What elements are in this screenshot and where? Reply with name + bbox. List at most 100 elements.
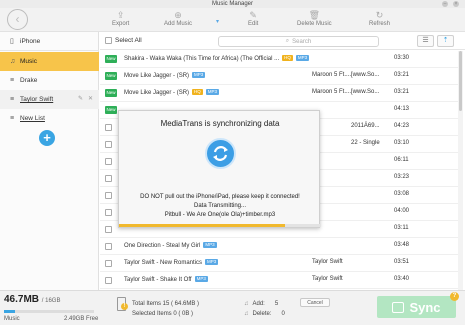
export-icon: ⇪ [116,10,125,20]
song-title: Shakira - Waka Waka (This Time for Afric… [124,55,310,62]
sidebar-item-label: New List [20,115,45,122]
sync-status-text: Data Transmitting... [193,203,247,209]
total-items: Total Items 15 ( 64.6MB ) [132,301,200,307]
song-artist: Maroon 5 Ft.... [312,89,352,95]
song-duration: 03:23 [394,174,410,180]
cancel-button[interactable]: Cancel [300,298,330,307]
song-duration: 03:48 [394,242,410,248]
row-checkbox[interactable] [105,158,112,165]
sidebar-item-taylor-swift[interactable]: ≡ Taylor Swift ✎ ✕ [0,90,99,109]
vertical-scrollbar[interactable] [458,51,463,290]
sync-current-file: Pitbull - We Are One(ole Ola)+timber.mp3 [164,212,276,218]
phone-icon: ▯ [10,38,14,45]
add-to-device-button[interactable]: ⇡ [437,35,454,47]
storage-capacity: / 16GB [41,298,61,304]
select-all-checkbox[interactable] [105,37,112,44]
table-row[interactable]: One Direction - Steal My Girl MP3 03:48 [100,238,458,255]
row-checkbox[interactable] [105,175,112,182]
sync-dialog: MediaTrans is synchronizing data DO NOT … [118,110,321,228]
delete-count: 0 [281,311,285,317]
hq-badge: HQ [282,55,293,61]
rename-playlist-icon[interactable]: ✎ [78,95,83,102]
sync-progress-fill [119,224,285,227]
add-playlist-button[interactable]: + [39,130,55,146]
row-checkbox[interactable] [105,226,112,233]
sidebar-device-iphone[interactable]: ▯ iPhone [0,32,99,51]
storage-music-label: Music [4,316,20,322]
search-input[interactable]: ⌕ Search [218,36,379,47]
row-checkbox[interactable] [105,141,112,148]
row-checkbox[interactable] [105,192,112,199]
delete-icon: 🗑 [308,10,321,20]
table-row[interactable]: New Shakira - Waka Waka (This Time for Af… [100,51,458,68]
table-row[interactable]: Taylor Swift - Shake It Off MP3 Taylor Swi… [100,272,458,289]
sidebar: ▯ iPhone ♫ Music ≡ Drake ≡ Taylor Swift … [0,32,99,290]
sync-button[interactable]: Sync [377,296,456,318]
back-button[interactable]: ‹ [7,9,28,30]
refresh-icon: ↻ [375,10,384,20]
document-icon: ! [117,297,128,311]
song-title: Move Like Jagger - (SR) HQ MP3 [124,89,220,96]
delete-playlist-icon[interactable]: ✕ [88,95,93,102]
song-title: Move Like Jagger - (SR) MP3 [124,72,206,79]
playlist-icon: ≡ [10,77,15,84]
song-title: One Direction - Steal My Girl MP3 [124,242,217,249]
window-controls: – × [442,1,459,7]
song-duration: 03:51 [394,259,410,265]
back-arrow-icon: ‹ [15,12,20,26]
song-duration: 03:11 [394,225,409,231]
mp3-badge: MP3 [192,72,206,78]
close-button[interactable]: × [453,1,459,7]
export-button[interactable]: ⇪ Export [112,10,129,30]
storage-info: 46.7MB / 16GB Music 2.49GB Free [4,294,98,322]
sync-counts: ♫ Add: 5 ♫ Delete: 0 [244,299,285,319]
search-placeholder: Search [292,38,312,45]
search-icon: ⌕ [285,38,290,44]
edit-button[interactable]: ✎ Edit [248,10,258,30]
song-album: 22 - Single [351,140,380,146]
scrollbar-thumb[interactable] [459,51,462,111]
song-duration: 03:08 [394,191,410,197]
add-count: 5 [274,301,279,307]
new-badge: New [105,106,117,114]
table-row[interactable]: New Move Like Jagger - (SR) MP3 Maroon 5 Ft… [100,68,458,85]
new-badge: New [105,55,117,63]
delete-music-label: Delete Music [297,21,332,27]
new-badge: New [105,89,117,97]
hq-badge: HQ [192,89,203,95]
row-checkbox[interactable] [105,209,112,216]
add-music-button[interactable]: ⊕ Add Music [164,10,192,30]
storage-used: 46.7MB / 16GB [4,294,61,305]
sidebar-item-drake[interactable]: ≡ Drake [0,71,99,90]
select-all[interactable]: Select All [105,37,142,44]
storage-bar [4,310,94,313]
sidebar-item-music[interactable]: ♫ Music [0,52,99,71]
playlist-actions: ✎ ✕ [78,95,93,102]
row-checkbox[interactable] [105,260,112,267]
delete-count-label: Delete: [252,311,272,317]
playlist-icon: ≡ [10,96,15,103]
selected-items: Selected Items 0 ( 0B ) [132,311,194,317]
list-view-button[interactable]: ☰ [417,35,434,47]
status-footer: 46.7MB / 16GB Music 2.49GB Free ! Total … [0,290,465,325]
mp3-badge: MP3 [295,55,310,61]
help-icon[interactable]: ? [450,292,459,301]
table-row[interactable]: New Move Like Jagger - (SR) HQ MP3 Maroon 5 … [100,85,458,102]
sidebar-item-new-list[interactable]: ≡ New List [0,109,99,128]
song-artist: Taylor Swift [312,259,343,265]
minimize-button[interactable]: – [442,1,448,7]
add-count-icon: ♫ [244,301,249,307]
song-duration: 03:21 [394,72,410,78]
table-row[interactable]: Taylor Swift - New Romantics MP3 Taylor Sw… [100,255,458,272]
delete-music-button[interactable]: 🗑 Delete Music [297,10,332,30]
mp3-badge: MP3 [205,89,220,95]
song-duration: 06:11 [394,157,409,163]
song-duration: 03:40 [394,276,410,282]
list-view-icon: ☰ [422,37,429,44]
row-checkbox[interactable] [105,243,112,250]
row-checkbox[interactable] [105,124,112,131]
sidebar-item-label: Drake [20,77,38,84]
refresh-button[interactable]: ↻ Refresh [369,10,390,30]
row-checkbox[interactable] [105,277,112,284]
song-duration: 04:23 [394,123,410,129]
